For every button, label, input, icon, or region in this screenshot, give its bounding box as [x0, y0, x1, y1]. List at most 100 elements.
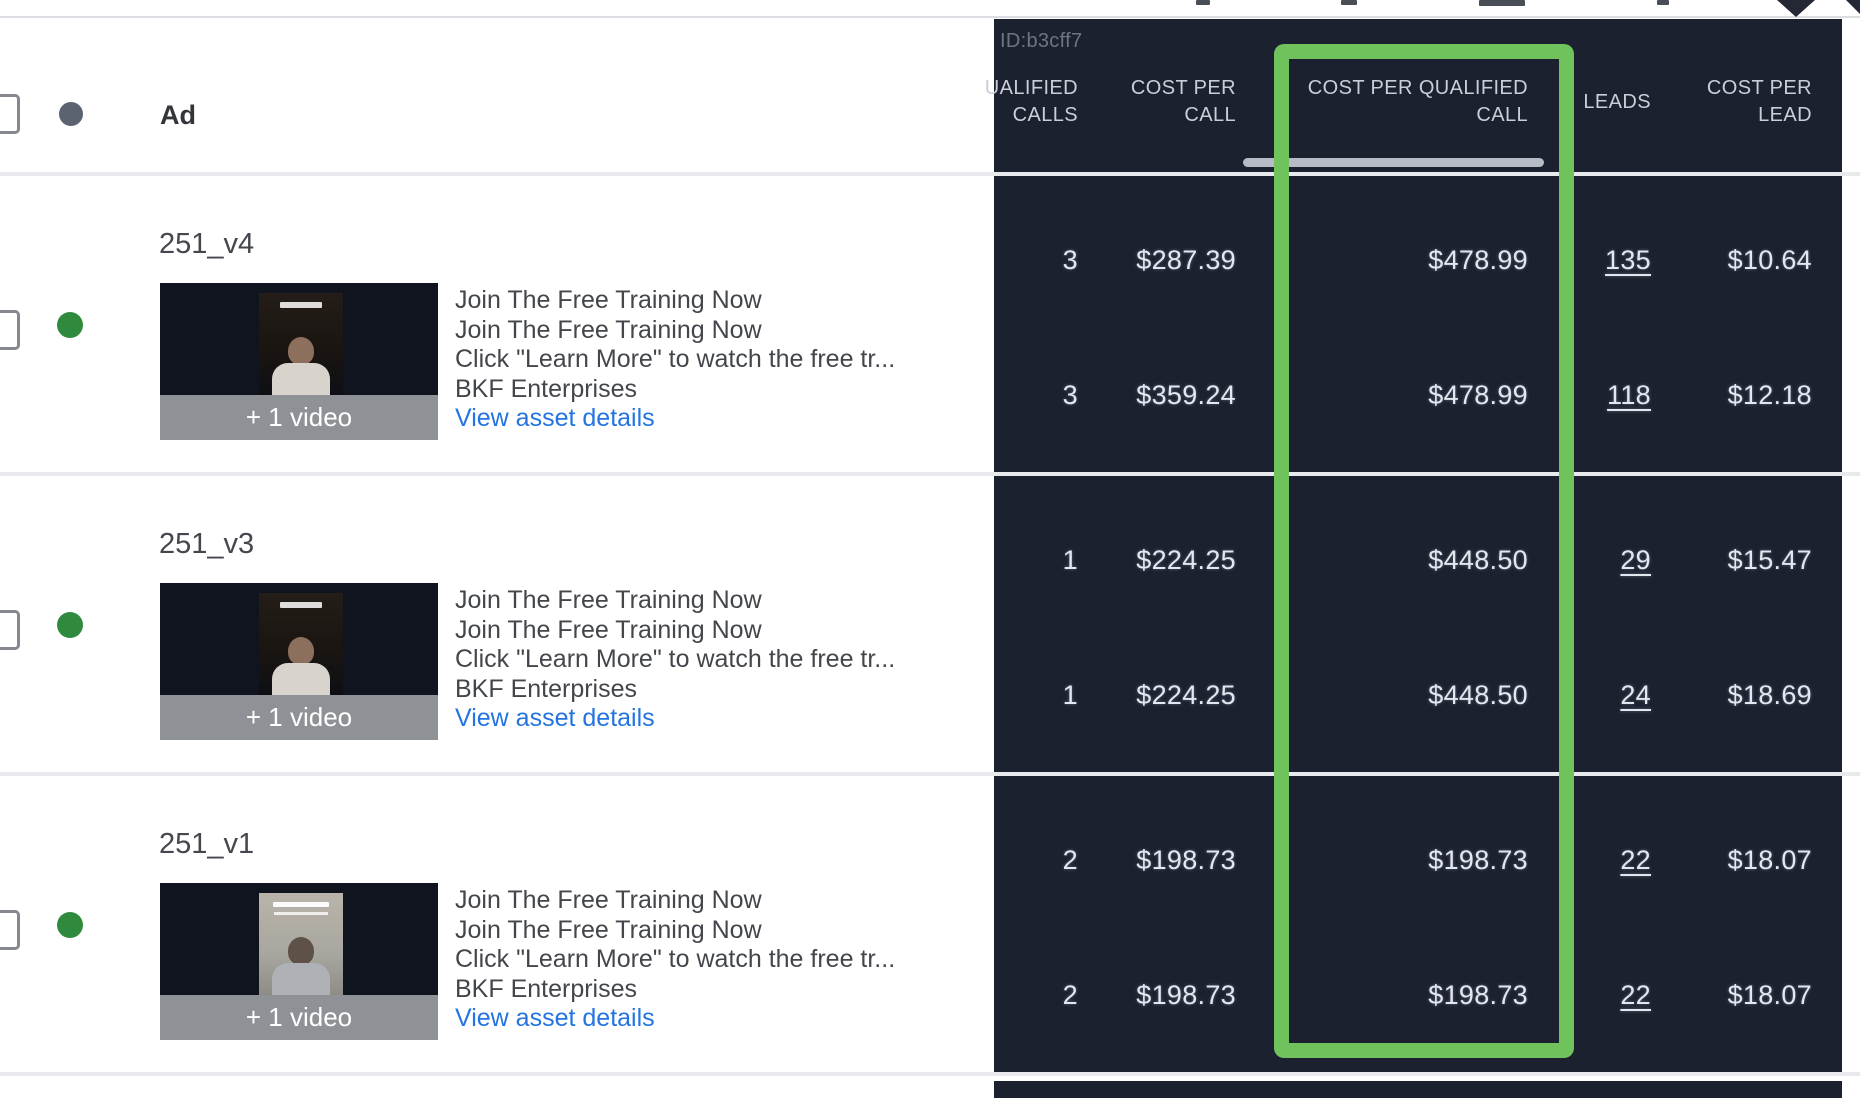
- cost-per-lead-value: $18.07: [1672, 843, 1812, 877]
- select-all-checkbox[interactable]: [0, 94, 20, 134]
- qualified-calls-value: 3: [998, 378, 1078, 412]
- video-count-badge: + 1 video: [160, 395, 438, 440]
- row-checkbox[interactable]: [0, 310, 20, 350]
- ad-name: 251_v4: [159, 228, 254, 261]
- person-shirt-art: [272, 663, 330, 695]
- video-count-badge: + 1 video: [160, 695, 438, 740]
- cropped-pointer-icon: [1777, 0, 1815, 17]
- ad-copy-line: BKF Enterprises: [455, 675, 935, 705]
- cost-per-qualified-call-value: $198.73: [1358, 978, 1528, 1012]
- cost-per-qualified-call-value: $478.99: [1358, 378, 1528, 412]
- horizontal-scrollbar[interactable]: [1243, 158, 1544, 167]
- cost-per-lead-value: $18.69: [1672, 678, 1812, 712]
- cropped-ui-artifact: [1657, 0, 1669, 5]
- leads-value-link[interactable]: 24: [1571, 678, 1651, 712]
- cost-per-call-value: $224.25: [1096, 678, 1236, 712]
- ad-copy-line: Join The Free Training Now: [455, 286, 935, 316]
- column-header-cost-per-qualified-call[interactable]: COST PER QUALIFIED CALL: [1308, 75, 1528, 129]
- cost-per-lead-value: $18.07: [1672, 978, 1812, 1012]
- ad-copy-line: Join The Free Training Now: [455, 616, 935, 646]
- cropped-ui-artifact: [1196, 0, 1210, 5]
- qualified-calls-value: 1: [998, 678, 1078, 712]
- cost-per-qualified-call-value: $478.99: [1358, 243, 1528, 277]
- active-status-dot-icon: [57, 912, 83, 938]
- ad-name: 251_v1: [159, 828, 254, 861]
- ad-copy-line: Join The Free Training Now: [455, 316, 935, 346]
- ad-column-header: Ad: [160, 100, 196, 131]
- ad-copy-line: Click "Learn More" to watch the free tr.…: [455, 645, 935, 675]
- leads-value-link[interactable]: 29: [1571, 543, 1651, 577]
- cost-per-qualified-call-value: $448.50: [1358, 678, 1528, 712]
- cropped-ui-artifact: [1341, 0, 1357, 5]
- cost-per-lead-value: $10.64: [1672, 243, 1812, 277]
- ad-copy-line: Click "Learn More" to watch the free tr.…: [455, 345, 935, 375]
- video-caption-art: [280, 302, 322, 308]
- leads-value-link[interactable]: 135: [1571, 243, 1651, 277]
- ad-copy-line: Join The Free Training Now: [455, 916, 935, 946]
- person-shirt-art: [272, 963, 330, 995]
- metrics-cell-background: [994, 176, 1842, 472]
- view-asset-details-link[interactable]: View asset details: [455, 1004, 935, 1034]
- qualified-calls-value: 1: [998, 543, 1078, 577]
- cost-per-call-value: $359.24: [1096, 378, 1236, 412]
- ad-video-thumbnail[interactable]: + 1 video: [160, 583, 438, 740]
- row-checkbox[interactable]: [0, 910, 20, 950]
- leads-value-link[interactable]: 22: [1571, 978, 1651, 1012]
- metrics-cell-background: [994, 776, 1842, 1072]
- ad-copy-line: Join The Free Training Now: [455, 886, 935, 916]
- cost-per-call-value: $287.39: [1096, 243, 1236, 277]
- leads-value-link[interactable]: 22: [1571, 843, 1651, 877]
- row-checkbox[interactable]: [0, 610, 20, 650]
- top-divider: [0, 16, 1860, 18]
- ad-copy-line: BKF Enterprises: [455, 375, 935, 405]
- leads-value-link[interactable]: 118: [1571, 378, 1651, 412]
- person-head-art: [288, 337, 314, 365]
- cropped-corner-artifact: [1846, 0, 1860, 14]
- person-shirt-art: [272, 363, 330, 395]
- video-caption-art: [273, 902, 329, 907]
- panel-id-text: ID:b3cff7: [1000, 30, 1082, 53]
- ad-copy-line: BKF Enterprises: [455, 975, 935, 1005]
- video-count-badge: + 1 video: [160, 995, 438, 1040]
- video-preview: [259, 893, 343, 995]
- video-preview: [259, 593, 343, 695]
- view-asset-details-link[interactable]: View asset details: [455, 704, 935, 734]
- column-header-cost-per-lead[interactable]: COST PER LEAD: [1707, 75, 1812, 129]
- ads-manager-table: Ad ID:b3cff7 UALIFIED CALLS COST PER CAL…: [0, 0, 1860, 1098]
- cost-per-call-value: $198.73: [1096, 978, 1236, 1012]
- person-head-art: [288, 637, 314, 665]
- table-row: 251_v4 + 1 video Join The Free Training …: [0, 176, 1860, 472]
- person-head-art: [288, 937, 314, 965]
- view-asset-details-link[interactable]: View asset details: [455, 404, 935, 434]
- metrics-cell-background: [994, 476, 1842, 772]
- ad-copy: Join The Free Training Now Join The Free…: [455, 586, 935, 734]
- qualified-calls-value: 3: [998, 243, 1078, 277]
- cost-per-qualified-call-value: $448.50: [1358, 543, 1528, 577]
- ad-copy-line: Click "Learn More" to watch the free tr.…: [455, 945, 935, 975]
- delivery-status-header-dot-icon: [59, 102, 83, 126]
- ad-name: 251_v3: [159, 528, 254, 561]
- column-header-qualified-calls[interactable]: UALIFIED CALLS: [985, 75, 1078, 129]
- table-row: 251_v3 + 1 video Join The Free Training …: [0, 476, 1860, 772]
- ad-copy: Join The Free Training Now Join The Free…: [455, 286, 935, 434]
- cropped-ui-artifact: [1479, 0, 1525, 6]
- ad-video-thumbnail[interactable]: + 1 video: [160, 283, 438, 440]
- ad-video-thumbnail[interactable]: + 1 video: [160, 883, 438, 1040]
- cost-per-call-value: $198.73: [1096, 843, 1236, 877]
- column-header-cost-per-call[interactable]: COST PER CALL: [1131, 75, 1236, 129]
- cost-per-call-value: $224.25: [1096, 543, 1236, 577]
- ad-copy: Join The Free Training Now Join The Free…: [455, 886, 935, 1034]
- column-header-leads[interactable]: LEADS: [1583, 89, 1651, 116]
- qualified-calls-value: 2: [998, 843, 1078, 877]
- metrics-header-panel: ID:b3cff7 UALIFIED CALLS COST PER CALL C…: [994, 19, 1842, 172]
- cost-per-lead-value: $12.18: [1672, 378, 1812, 412]
- cost-per-qualified-call-value: $198.73: [1358, 843, 1528, 877]
- video-caption-art: [280, 602, 322, 608]
- qualified-calls-value: 2: [998, 978, 1078, 1012]
- row-divider: [0, 1072, 1860, 1076]
- next-row-partial: [994, 1081, 1842, 1098]
- table-row: 251_v1 + 1 video Join The Free Training …: [0, 776, 1860, 1072]
- active-status-dot-icon: [57, 612, 83, 638]
- ad-copy-line: Join The Free Training Now: [455, 586, 935, 616]
- video-preview: [259, 293, 343, 395]
